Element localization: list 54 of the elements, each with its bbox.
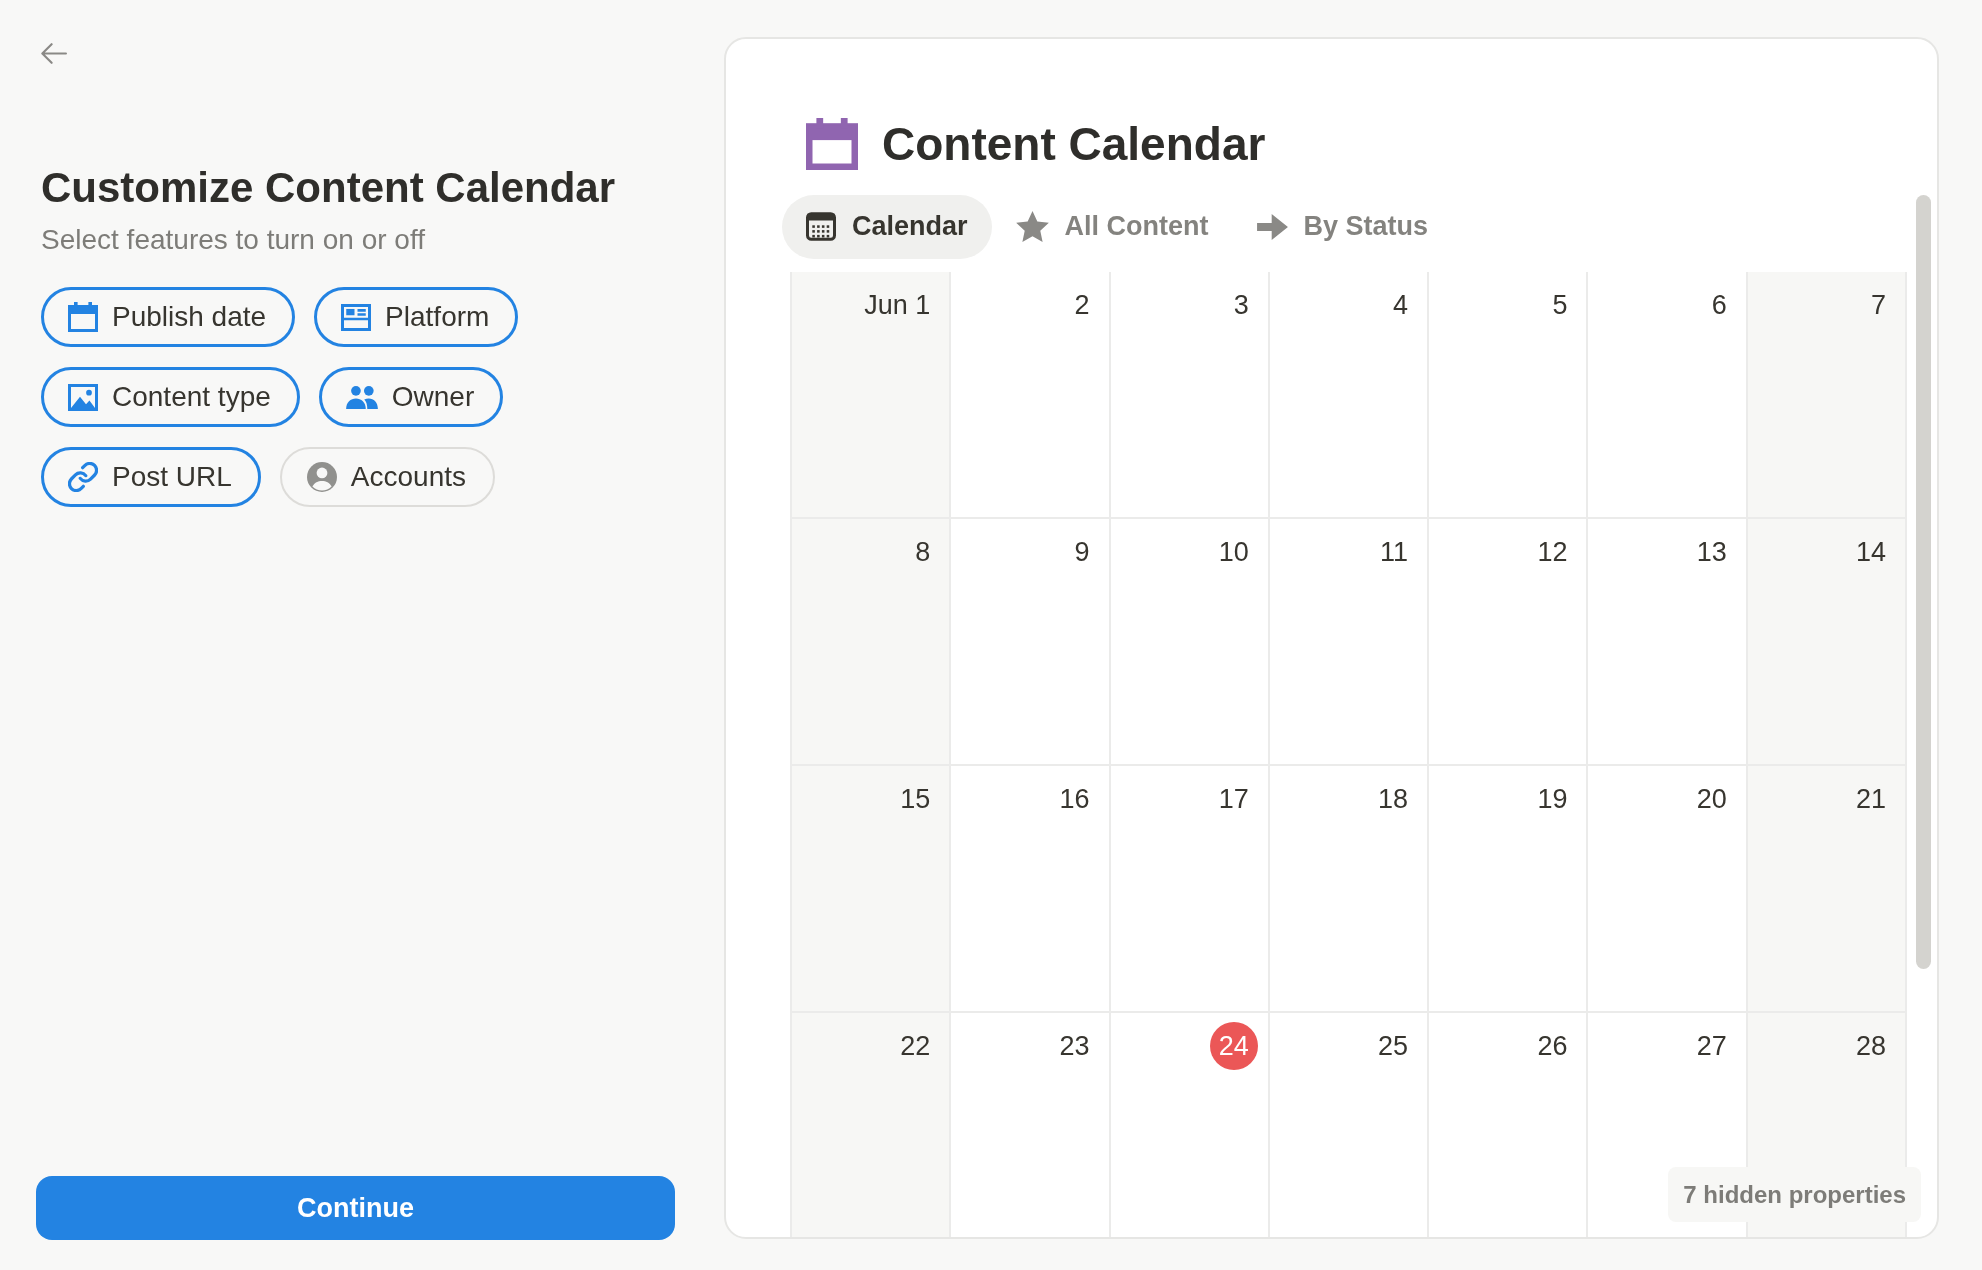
date-number: 28 <box>1855 1029 1886 1063</box>
people-icon <box>345 386 378 409</box>
date-number: 6 <box>1711 288 1727 322</box>
date-number: 19 <box>1537 782 1568 816</box>
date-number: 22 <box>900 1029 931 1063</box>
date-number: 2 <box>1074 288 1090 322</box>
star-icon <box>1015 211 1049 243</box>
date-number: 9 <box>1074 535 1090 569</box>
date-number: 18 <box>1378 782 1409 816</box>
date-number: 23 <box>1059 1029 1090 1063</box>
scrollbar-thumb[interactable] <box>1916 194 1931 969</box>
date-number: 21 <box>1855 782 1886 816</box>
feature-chip[interactable]: Owner <box>318 367 504 428</box>
layout-icon <box>341 304 372 331</box>
date-number: Jun 1 <box>864 288 931 322</box>
date-number: 14 <box>1855 535 1886 569</box>
date-number: 17 <box>1218 782 1249 816</box>
arrow-right-icon <box>1256 213 1288 240</box>
date-number: 3 <box>1233 288 1249 322</box>
date-number: 8 <box>915 535 931 569</box>
date-number: 27 <box>1696 1029 1727 1063</box>
image-icon <box>68 384 98 411</box>
date-number: 5 <box>1552 288 1568 322</box>
back-arrow-icon[interactable] <box>41 43 67 64</box>
date-number: 26 <box>1537 1029 1568 1063</box>
view-tab[interactable]: All Content <box>991 194 1233 259</box>
date-number: 11 <box>1380 535 1409 569</box>
date-number: 25 <box>1378 1029 1409 1063</box>
date-number: 24 <box>1209 1021 1258 1070</box>
calendar-icon <box>806 212 836 242</box>
date-number: 10 <box>1218 535 1249 569</box>
hidden-properties-button[interactable]: 7 hidden properties <box>1668 1167 1921 1222</box>
view-tab[interactable]: Calendar <box>782 194 992 259</box>
date-number: 13 <box>1696 535 1727 569</box>
feature-chip[interactable]: Publish date <box>41 287 296 348</box>
date-number: 16 <box>1059 782 1090 816</box>
calendar-icon <box>68 302 98 333</box>
date-number: 4 <box>1393 288 1409 322</box>
date-number: 12 <box>1537 535 1568 569</box>
feature-chip[interactable]: Post URL <box>41 447 261 508</box>
calendar-icon <box>806 118 858 171</box>
view-tab[interactable]: By Status <box>1232 194 1453 259</box>
feature-chip[interactable]: Content type <box>41 367 300 428</box>
link-icon <box>68 462 98 493</box>
feature-chip[interactable]: Accounts <box>279 447 495 508</box>
subtitle: Select features to turn on or off <box>41 224 425 257</box>
feature-chip[interactable]: Platform <box>314 287 519 348</box>
date-number: 15 <box>900 782 931 816</box>
continue-button[interactable]: Continue <box>36 1176 675 1240</box>
date-number: 7 <box>1870 288 1886 322</box>
date-number: 20 <box>1696 782 1727 816</box>
database-title: Content Calendar <box>882 118 1266 171</box>
user-circle-icon <box>306 462 337 493</box>
page-title: Customize Content Calendar <box>41 164 616 213</box>
